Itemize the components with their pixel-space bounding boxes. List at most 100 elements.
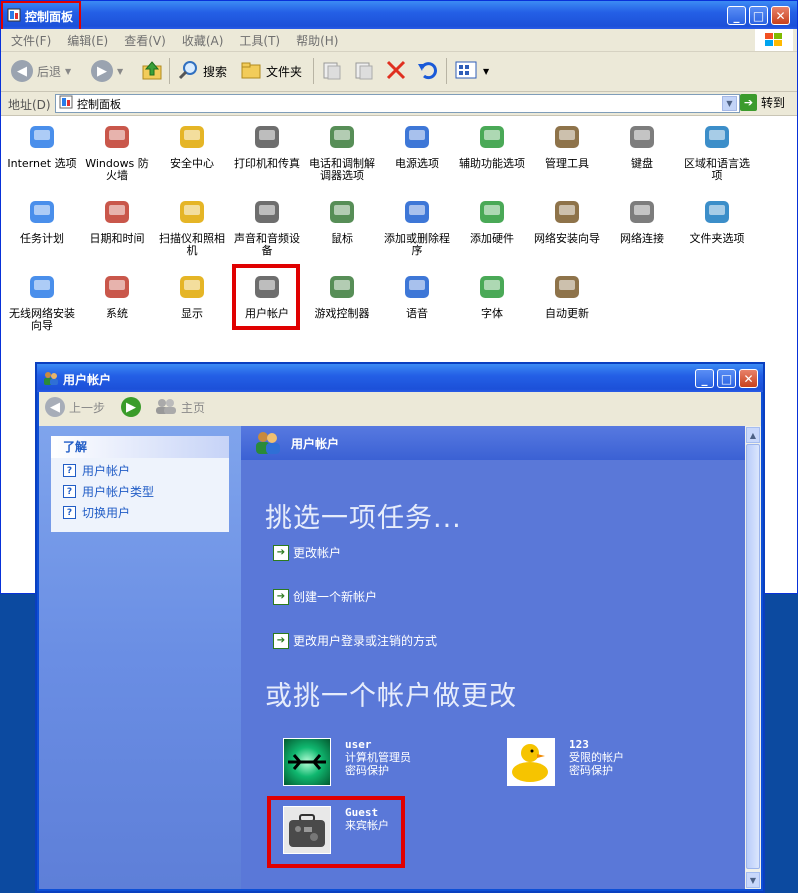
views-button[interactable]: ▼ (455, 58, 489, 84)
cp-item-phone-modem[interactable]: 电话和调制解调器选项 (305, 120, 379, 182)
cp-item-speech[interactable]: 语音 (380, 270, 454, 320)
back-arrow-icon: ◀ (45, 397, 65, 417)
title-bar[interactable]: 控制面板 _ □ ✕ (1, 1, 797, 31)
move-to-button[interactable] (321, 58, 343, 84)
cp-item-accessibility[interactable]: 辅助功能选项 (455, 120, 529, 170)
cp-item-network-connections[interactable]: 网络连接 (605, 195, 679, 245)
system-icon (100, 270, 134, 304)
cp-item-display[interactable]: 显示 (155, 270, 229, 320)
menu-favorites[interactable]: 收藏(A) (182, 32, 224, 49)
cp-item-keyboard[interactable]: 键盘 (605, 120, 679, 170)
task-create-account[interactable]: ➔ 创建一个新帐户 (273, 588, 377, 605)
learn-link-switch-users[interactable]: ? 切换用户 (63, 504, 229, 521)
ua-main-pane: 用户帐户 挑选一项任务... ➔ 更改帐户 ➔ 创建一个新帐户 ➔ 更改用户登录… (241, 426, 745, 889)
forward-arrow-icon: ▶ (121, 397, 141, 417)
menu-help[interactable]: 帮助(H) (296, 32, 338, 49)
user-accounts-highlight (232, 264, 300, 330)
vertical-scrollbar[interactable]: ▲ ▼ (745, 426, 761, 889)
cp-item-fonts[interactable]: 字体 (455, 270, 529, 320)
folder-options-icon (700, 195, 734, 229)
cp-item-add-hardware[interactable]: 添加硬件 (455, 195, 529, 245)
ua-back-button[interactable]: ◀ 上一步 (45, 397, 105, 417)
account-name: user (345, 738, 372, 751)
help-icon: ? (63, 485, 76, 498)
learn-link-account-types[interactable]: ? 用户帐户类型 (63, 483, 229, 500)
menu-file[interactable]: 文件(F) (11, 32, 51, 49)
ua-main-header: 用户帐户 (241, 426, 745, 460)
cp-item-wireless[interactable]: 无线网络安装向导 (5, 270, 79, 332)
scroll-down-button[interactable]: ▼ (746, 872, 760, 888)
cp-item-speaker[interactable]: 声音和音频设备 (230, 195, 304, 257)
cp-item-security-center[interactable]: 安全中心 (155, 120, 229, 170)
back-button[interactable]: ◀ 后退 ▼ (11, 58, 71, 84)
copy-to-button[interactable] (353, 58, 375, 84)
cp-item-scanner-camera[interactable]: 扫描仪和照相机 (155, 195, 229, 257)
scroll-up-button[interactable]: ▲ (746, 427, 760, 443)
up-folder-button[interactable] (141, 58, 163, 84)
go-button[interactable]: ➔ 转到 (740, 94, 785, 111)
folders-icon (240, 59, 262, 84)
cp-item-label: 自动更新 (545, 307, 589, 320)
undo-button[interactable] (416, 58, 438, 84)
ua-maximize-button[interactable]: □ (717, 369, 736, 388)
cp-item-label: 扫描仪和照相机 (159, 232, 225, 257)
cp-item-clock[interactable]: 日期和时间 (80, 195, 154, 245)
maximize-button[interactable]: □ (749, 6, 768, 25)
menu-tools[interactable]: 工具(T) (239, 32, 280, 49)
cp-item-mouse[interactable]: 鼠标 (305, 195, 379, 245)
cp-item-folder-options[interactable]: 文件夹选项 (680, 195, 754, 245)
back-arrow-icon: ◀ (11, 60, 33, 82)
cp-item-game-controller[interactable]: 游戏控制器 (305, 270, 379, 320)
menu-view[interactable]: 查看(V) (124, 32, 166, 49)
folders-button[interactable]: 文件夹 (240, 58, 302, 84)
cp-item-admin-tools[interactable]: 管理工具 (530, 120, 604, 170)
cp-item-automatic-updates[interactable]: 自动更新 (530, 270, 604, 320)
cp-item-label: 字体 (481, 307, 503, 320)
home-users-icon (155, 397, 177, 418)
ua-minimize-button[interactable]: _ (695, 369, 714, 388)
ua-home-button[interactable]: 主页 (155, 397, 205, 418)
account-name: 123 (569, 738, 589, 751)
network-connections-icon (625, 195, 659, 229)
task-change-account[interactable]: ➔ 更改帐户 (273, 544, 341, 561)
cp-item-printer[interactable]: 打印机和传真 (230, 120, 304, 170)
forward-button[interactable]: ▶ ▼ (91, 58, 123, 84)
delete-button[interactable] (385, 58, 407, 84)
firewall-icon (100, 120, 134, 154)
account-123[interactable]: 123 受限的帐户 密码保护 (507, 738, 624, 786)
address-input[interactable]: 控制面板 ▼ (55, 94, 740, 113)
undo-icon (416, 59, 438, 84)
ua-close-button[interactable]: ✕ (739, 369, 758, 388)
up-folder-icon (141, 59, 163, 84)
cp-item-internet-options[interactable]: Internet 选项 (5, 120, 79, 170)
account-user[interactable]: user 计算机管理员 密码保护 (283, 738, 411, 786)
learn-link-user-accounts[interactable]: ? 用户帐户 (63, 462, 229, 479)
title-highlight: 控制面板 (1, 1, 82, 31)
close-button[interactable]: ✕ (771, 6, 790, 25)
learn-link-label: 用户帐户 (82, 464, 131, 478)
accessibility-icon (475, 120, 509, 154)
cp-item-power-options[interactable]: 电源选项 (380, 120, 454, 170)
cp-item-network-setup[interactable]: 网络安装向导 (530, 195, 604, 245)
cp-item-label: 安全中心 (170, 157, 214, 170)
cp-item-system[interactable]: 系统 (80, 270, 154, 320)
ua-forward-button[interactable]: ▶ (121, 397, 141, 417)
cp-item-globe[interactable]: 区域和语言选项 (680, 120, 754, 182)
cp-item-scheduled-tasks[interactable]: 任务计划 (5, 195, 79, 245)
scanner-camera-icon (175, 195, 209, 229)
cp-item-label: 日期和时间 (89, 232, 145, 245)
ua-title-bar[interactable]: 用户帐户 _ □ ✕ (37, 364, 763, 392)
go-arrow-icon: ➔ (740, 94, 757, 111)
search-button[interactable]: 搜索 (177, 58, 227, 84)
cp-item-label: 管理工具 (545, 157, 589, 170)
minimize-button[interactable]: _ (727, 6, 746, 25)
address-dropdown-button[interactable]: ▼ (722, 96, 737, 111)
user-accounts-window: 用户帐户 _ □ ✕ ◀ 上一步 ▶ 主页 了解 ? 用户帐户 ? 用户帐户类型 (35, 362, 765, 893)
scroll-thumb[interactable] (746, 444, 760, 869)
cp-item-firewall[interactable]: Windows 防火墙 (80, 120, 154, 182)
menu-edit[interactable]: 编辑(E) (67, 32, 108, 49)
task-change-logon[interactable]: ➔ 更改用户登录或注销的方式 (273, 632, 437, 649)
cp-item-label: 声音和音频设备 (234, 232, 300, 257)
forward-arrow-icon: ▶ (91, 60, 113, 82)
cp-item-add-remove-programs[interactable]: 添加或删除程序 (380, 195, 454, 257)
